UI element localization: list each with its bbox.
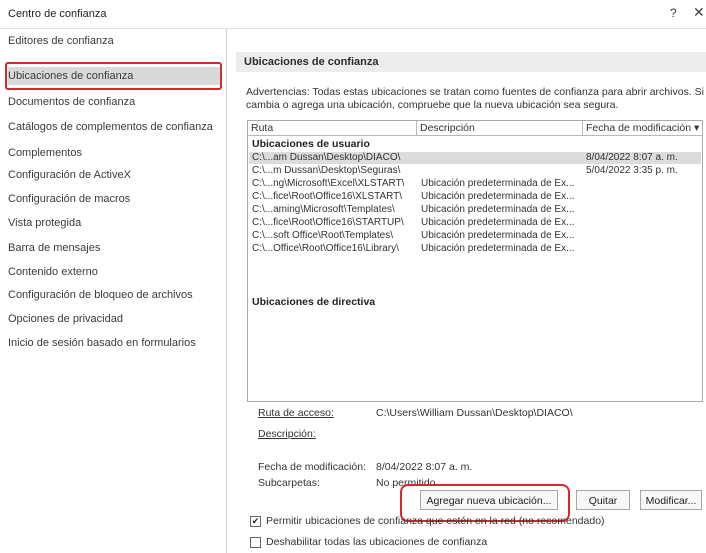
cell-path: C:\...Office\Root\Office16\Library\	[252, 243, 399, 254]
sidebar: Editores de confianza Ubicaciones de con…	[0, 29, 227, 553]
path-label: Ruta de acceso:	[258, 407, 334, 419]
sidebar-item-external-content[interactable]: Contenido externo	[8, 263, 220, 281]
remove-button[interactable]: Quitar	[576, 490, 630, 510]
disable-all-checkbox[interactable]	[250, 537, 261, 548]
group-label-policy-locations: Ubicaciones de directiva	[252, 296, 376, 308]
table-row[interactable]: C:\...fice\Root\Office16\XLSTART\ Ubicac…	[249, 191, 701, 203]
sidebar-item-trusted-addin-catalogs[interactable]: Catálogos de complementos de confianza	[8, 118, 220, 136]
cell-description: Ubicación predeterminada de Ex...	[421, 204, 575, 215]
table-row[interactable]: C:\...m Dussan\Desktop\Seguras\ 5/04/202…	[249, 165, 701, 177]
cell-path: C:\...aming\Microsoft\Templates\	[252, 204, 395, 215]
cell-date: 5/04/2022 3:35 p. m.	[586, 165, 678, 176]
table-row[interactable]: C:\...ng\Microsoft\Excel\XLSTART\ Ubicac…	[249, 178, 701, 190]
sidebar-item-trusted-documents[interactable]: Documentos de confianza	[8, 93, 220, 111]
sidebar-item-protected-view[interactable]: Vista protegida	[8, 214, 220, 232]
warning-line-2: cambia o agrega una ubicación, compruebe…	[246, 99, 619, 111]
cell-description: Ubicación predeterminada de Ex...	[421, 243, 575, 254]
cell-path: C:\...fice\Root\Office16\STARTUP\	[252, 217, 404, 228]
cell-path: C:\...m Dussan\Desktop\Seguras\	[252, 165, 401, 176]
close-icon[interactable]: ✕	[693, 4, 705, 21]
column-header-path[interactable]: Ruta	[248, 121, 417, 136]
cell-description: Ubicación predeterminada de Ex...	[421, 178, 575, 189]
sidebar-item-file-block-settings[interactable]: Configuración de bloqueo de archivos	[8, 286, 220, 304]
cell-path: C:\...fice\Root\Office16\XLSTART\	[252, 191, 403, 202]
cell-description: Ubicación predeterminada de Ex...	[421, 217, 575, 228]
warning-text: Advertencias: Todas estas ubicaciones se…	[246, 86, 706, 112]
section-header: Ubicaciones de confianza	[236, 52, 706, 72]
table-row[interactable]: C:\...am Dussan\Desktop\DIACO\ 8/04/2022…	[249, 152, 701, 164]
sidebar-item-privacy-options[interactable]: Opciones de privacidad	[8, 310, 220, 328]
description-label: Descripción:	[258, 428, 316, 440]
path-value: C:\Users\William Dussan\Desktop\DIACO\	[376, 407, 573, 419]
modified-date-label: Fecha de modificación:	[258, 461, 366, 473]
section-title: Ubicaciones de confianza	[244, 56, 379, 68]
modified-date-value: 8/04/2022 8:07 a. m.	[376, 461, 473, 473]
sidebar-item-activex-settings[interactable]: Configuración de ActiveX	[8, 166, 220, 184]
sidebar-item-macro-settings[interactable]: Configuración de macros	[8, 190, 220, 208]
cell-path: C:\...soft Office\Root\Templates\	[252, 230, 393, 241]
table-row[interactable]: C:\...soft Office\Root\Templates\ Ubicac…	[249, 230, 701, 242]
title-bar: Centro de confianza ? ✕	[0, 0, 706, 29]
allow-network-checkbox[interactable]: ✔	[250, 516, 261, 527]
sidebar-item-trusted-publishers[interactable]: Editores de confianza	[8, 32, 220, 50]
window-title: Centro de confianza	[8, 8, 107, 20]
sidebar-item-message-bar[interactable]: Barra de mensajes	[8, 239, 220, 257]
table-row[interactable]: C:\...aming\Microsoft\Templates\ Ubicaci…	[249, 204, 701, 216]
modify-button[interactable]: Modificar...	[640, 490, 702, 510]
trusted-locations-list[interactable]: Ruta Descripción Fecha de modificación ▾…	[247, 120, 703, 402]
allow-network-label[interactable]: Permitir ubicaciones de confianza que es…	[266, 515, 605, 527]
selection-highlight	[5, 62, 222, 90]
warning-line-1: Advertencias: Todas estas ubicaciones se…	[246, 86, 704, 98]
column-header-modified-date[interactable]: Fecha de modificación ▾	[583, 121, 702, 136]
column-header-description[interactable]: Descripción	[417, 121, 583, 136]
table-row[interactable]: C:\...fice\Root\Office16\STARTUP\ Ubicac…	[249, 217, 701, 229]
sidebar-item-addins[interactable]: Complementos	[8, 144, 220, 162]
sidebar-item-form-based-signin[interactable]: Inicio de sesión basado en formularios	[8, 334, 220, 352]
table-row[interactable]: C:\...Office\Root\Office16\Library\ Ubic…	[249, 243, 701, 255]
group-label-user-locations: Ubicaciones de usuario	[252, 138, 370, 150]
cell-path: C:\...ng\Microsoft\Excel\XLSTART\	[252, 178, 405, 189]
cell-path: C:\...am Dussan\Desktop\DIACO\	[252, 152, 401, 163]
help-icon[interactable]: ?	[670, 6, 677, 20]
cell-date: 8/04/2022 8:07 a. m.	[586, 152, 678, 163]
cell-description: Ubicación predeterminada de Ex...	[421, 191, 575, 202]
disable-all-label[interactable]: Deshabilitar todas las ubicaciones de co…	[266, 536, 487, 548]
subfolders-label: Subcarpetas:	[258, 477, 320, 489]
cell-description: Ubicación predeterminada de Ex...	[421, 230, 575, 241]
